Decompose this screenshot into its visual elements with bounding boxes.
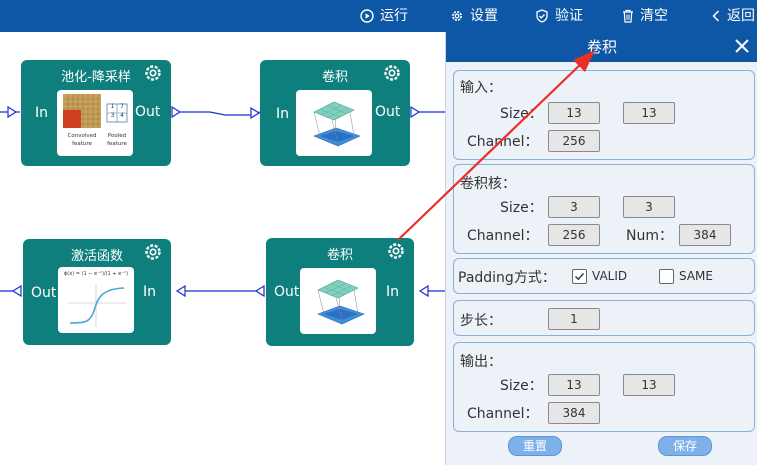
activation-curve	[68, 285, 126, 327]
pooled-digit: 3	[110, 112, 115, 119]
gear-icon[interactable]	[386, 241, 406, 261]
top-toolbar: 运行 设置 验证 清空 返回	[0, 0, 757, 32]
port-marker	[250, 106, 261, 120]
gear-icon[interactable]	[143, 242, 163, 262]
node-conv-bottom[interactable]: 卷积 Out In	[266, 238, 414, 346]
input-channel-field[interactable]: 256	[548, 130, 600, 152]
output-channel-field[interactable]: 384	[548, 402, 600, 424]
conv-settings-panel: 卷积 输入： Size： 13 13 Channel： 256 卷积核： Siz…	[445, 32, 757, 465]
kernel-size-width-field[interactable]: 3	[548, 196, 600, 218]
output-size-label: Size：	[500, 378, 543, 394]
kernel-section: 卷积核： Size： 3 3 Channel： 256 Num： 384	[453, 164, 755, 254]
input-size-label: Size：	[500, 106, 543, 122]
in-port-label: In	[143, 284, 157, 300]
pooled-digit: 4	[120, 112, 124, 119]
in-port-label: In	[386, 284, 400, 300]
in-port-label: In	[35, 105, 49, 121]
activation-thumbnail: ϕ(x) = (1 − e⁻ˣ)/(1 + e⁻ˣ)	[58, 267, 134, 333]
input-channel-label: Channel：	[467, 134, 539, 150]
out-port-label: Out	[375, 104, 401, 120]
thumbnail-caption-left: Convolved feature	[67, 133, 97, 147]
stride-section: 步长： 1	[453, 300, 755, 336]
kernel-size-label: Size：	[500, 200, 543, 216]
gear-icon	[452, 11, 462, 21]
run-label: 运行	[380, 8, 408, 24]
kernel-num-field[interactable]: 384	[679, 224, 731, 246]
gear-icon[interactable]	[143, 63, 163, 83]
kernel-channel-field[interactable]: 256	[548, 224, 600, 246]
output-heading: 输出：	[460, 354, 502, 370]
back-label: 返回	[727, 8, 755, 24]
padding-same-checkbox[interactable]	[659, 269, 674, 284]
port-marker	[11, 284, 22, 298]
settings-button[interactable]: 设置	[450, 0, 498, 32]
conv-illustration	[317, 279, 365, 325]
back-button[interactable]: 返回	[711, 0, 755, 32]
padding-valid-checkbox[interactable]	[572, 269, 587, 284]
padding-label: Padding方式：	[458, 270, 556, 286]
reset-button[interactable]: 重置	[508, 436, 562, 456]
input-size-height-field[interactable]: 13	[623, 102, 675, 124]
close-icon[interactable]	[732, 36, 752, 56]
kernel-heading: 卷积核：	[460, 176, 516, 192]
panel-header: 卷积	[446, 32, 757, 62]
kernel-size-height-field[interactable]: 3	[623, 196, 675, 218]
play-icon	[360, 9, 374, 23]
node-pooling[interactable]: 池化-降采样 In Out 1 7 3 4 Convolved feature …	[21, 60, 171, 166]
thumbnail-caption-right: Pooled feature	[107, 133, 127, 147]
output-size-width-field[interactable]: 13	[548, 374, 600, 396]
panel-title: 卷积	[586, 38, 617, 56]
pooled-digit: 1	[110, 103, 115, 110]
in-port-label: In	[276, 106, 290, 122]
validate-label: 验证	[555, 8, 583, 24]
chevron-left-icon	[712, 10, 720, 22]
input-size-width-field[interactable]: 13	[548, 102, 600, 124]
out-port-label: Out	[135, 104, 161, 120]
padding-section: Padding方式： VALID SAME	[453, 258, 755, 294]
stride-label: 步长：	[460, 313, 502, 329]
stride-field[interactable]: 1	[548, 308, 600, 330]
output-section: 输出： Size： 13 13 Channel： 384	[453, 342, 755, 432]
conv-thumbnail	[296, 90, 372, 156]
port-marker	[418, 284, 429, 298]
out-port-label: Out	[31, 285, 57, 301]
gear-icon[interactable]	[382, 63, 402, 83]
kernel-channel-label: Channel：	[467, 228, 539, 244]
conv-thumbnail	[300, 268, 376, 334]
port-marker	[7, 105, 18, 119]
input-section: 输入： Size： 13 13 Channel： 256	[453, 70, 755, 160]
kernel-num-label: Num：	[626, 228, 673, 244]
settings-label: 设置	[470, 8, 498, 24]
port-marker	[254, 284, 265, 298]
node-conv-top[interactable]: 卷积 In Out	[260, 60, 410, 166]
out-port-label: Out	[274, 284, 300, 300]
output-channel-label: Channel：	[467, 406, 539, 422]
save-button[interactable]: 保存	[658, 436, 712, 456]
validate-button[interactable]: 验证	[535, 0, 583, 32]
conv-illustration	[313, 101, 361, 147]
padding-valid-label[interactable]: VALID	[592, 269, 627, 283]
port-marker	[171, 105, 182, 119]
padding-same-label[interactable]: SAME	[679, 269, 713, 283]
port-marker	[410, 105, 421, 119]
pooled-digit: 7	[120, 103, 124, 110]
shield-icon	[536, 9, 548, 23]
pooling-thumbnail: 1 7 3 4 Convolved feature Pooled feature	[57, 90, 133, 156]
checkmark-icon	[575, 273, 585, 281]
clear-label: 清空	[640, 8, 668, 24]
connector-pool-to-conv	[180, 111, 261, 116]
port-marker	[175, 284, 186, 298]
node-activation[interactable]: 激活函数 Out In ϕ(x) = (1 − e⁻ˣ)/(1 + e⁻ˣ)	[23, 239, 171, 345]
clear-button[interactable]: 清空	[622, 0, 668, 32]
input-heading: 输入：	[460, 80, 502, 96]
output-size-height-field[interactable]: 13	[623, 374, 675, 396]
trash-icon	[623, 9, 633, 23]
run-button[interactable]: 运行	[360, 0, 408, 32]
